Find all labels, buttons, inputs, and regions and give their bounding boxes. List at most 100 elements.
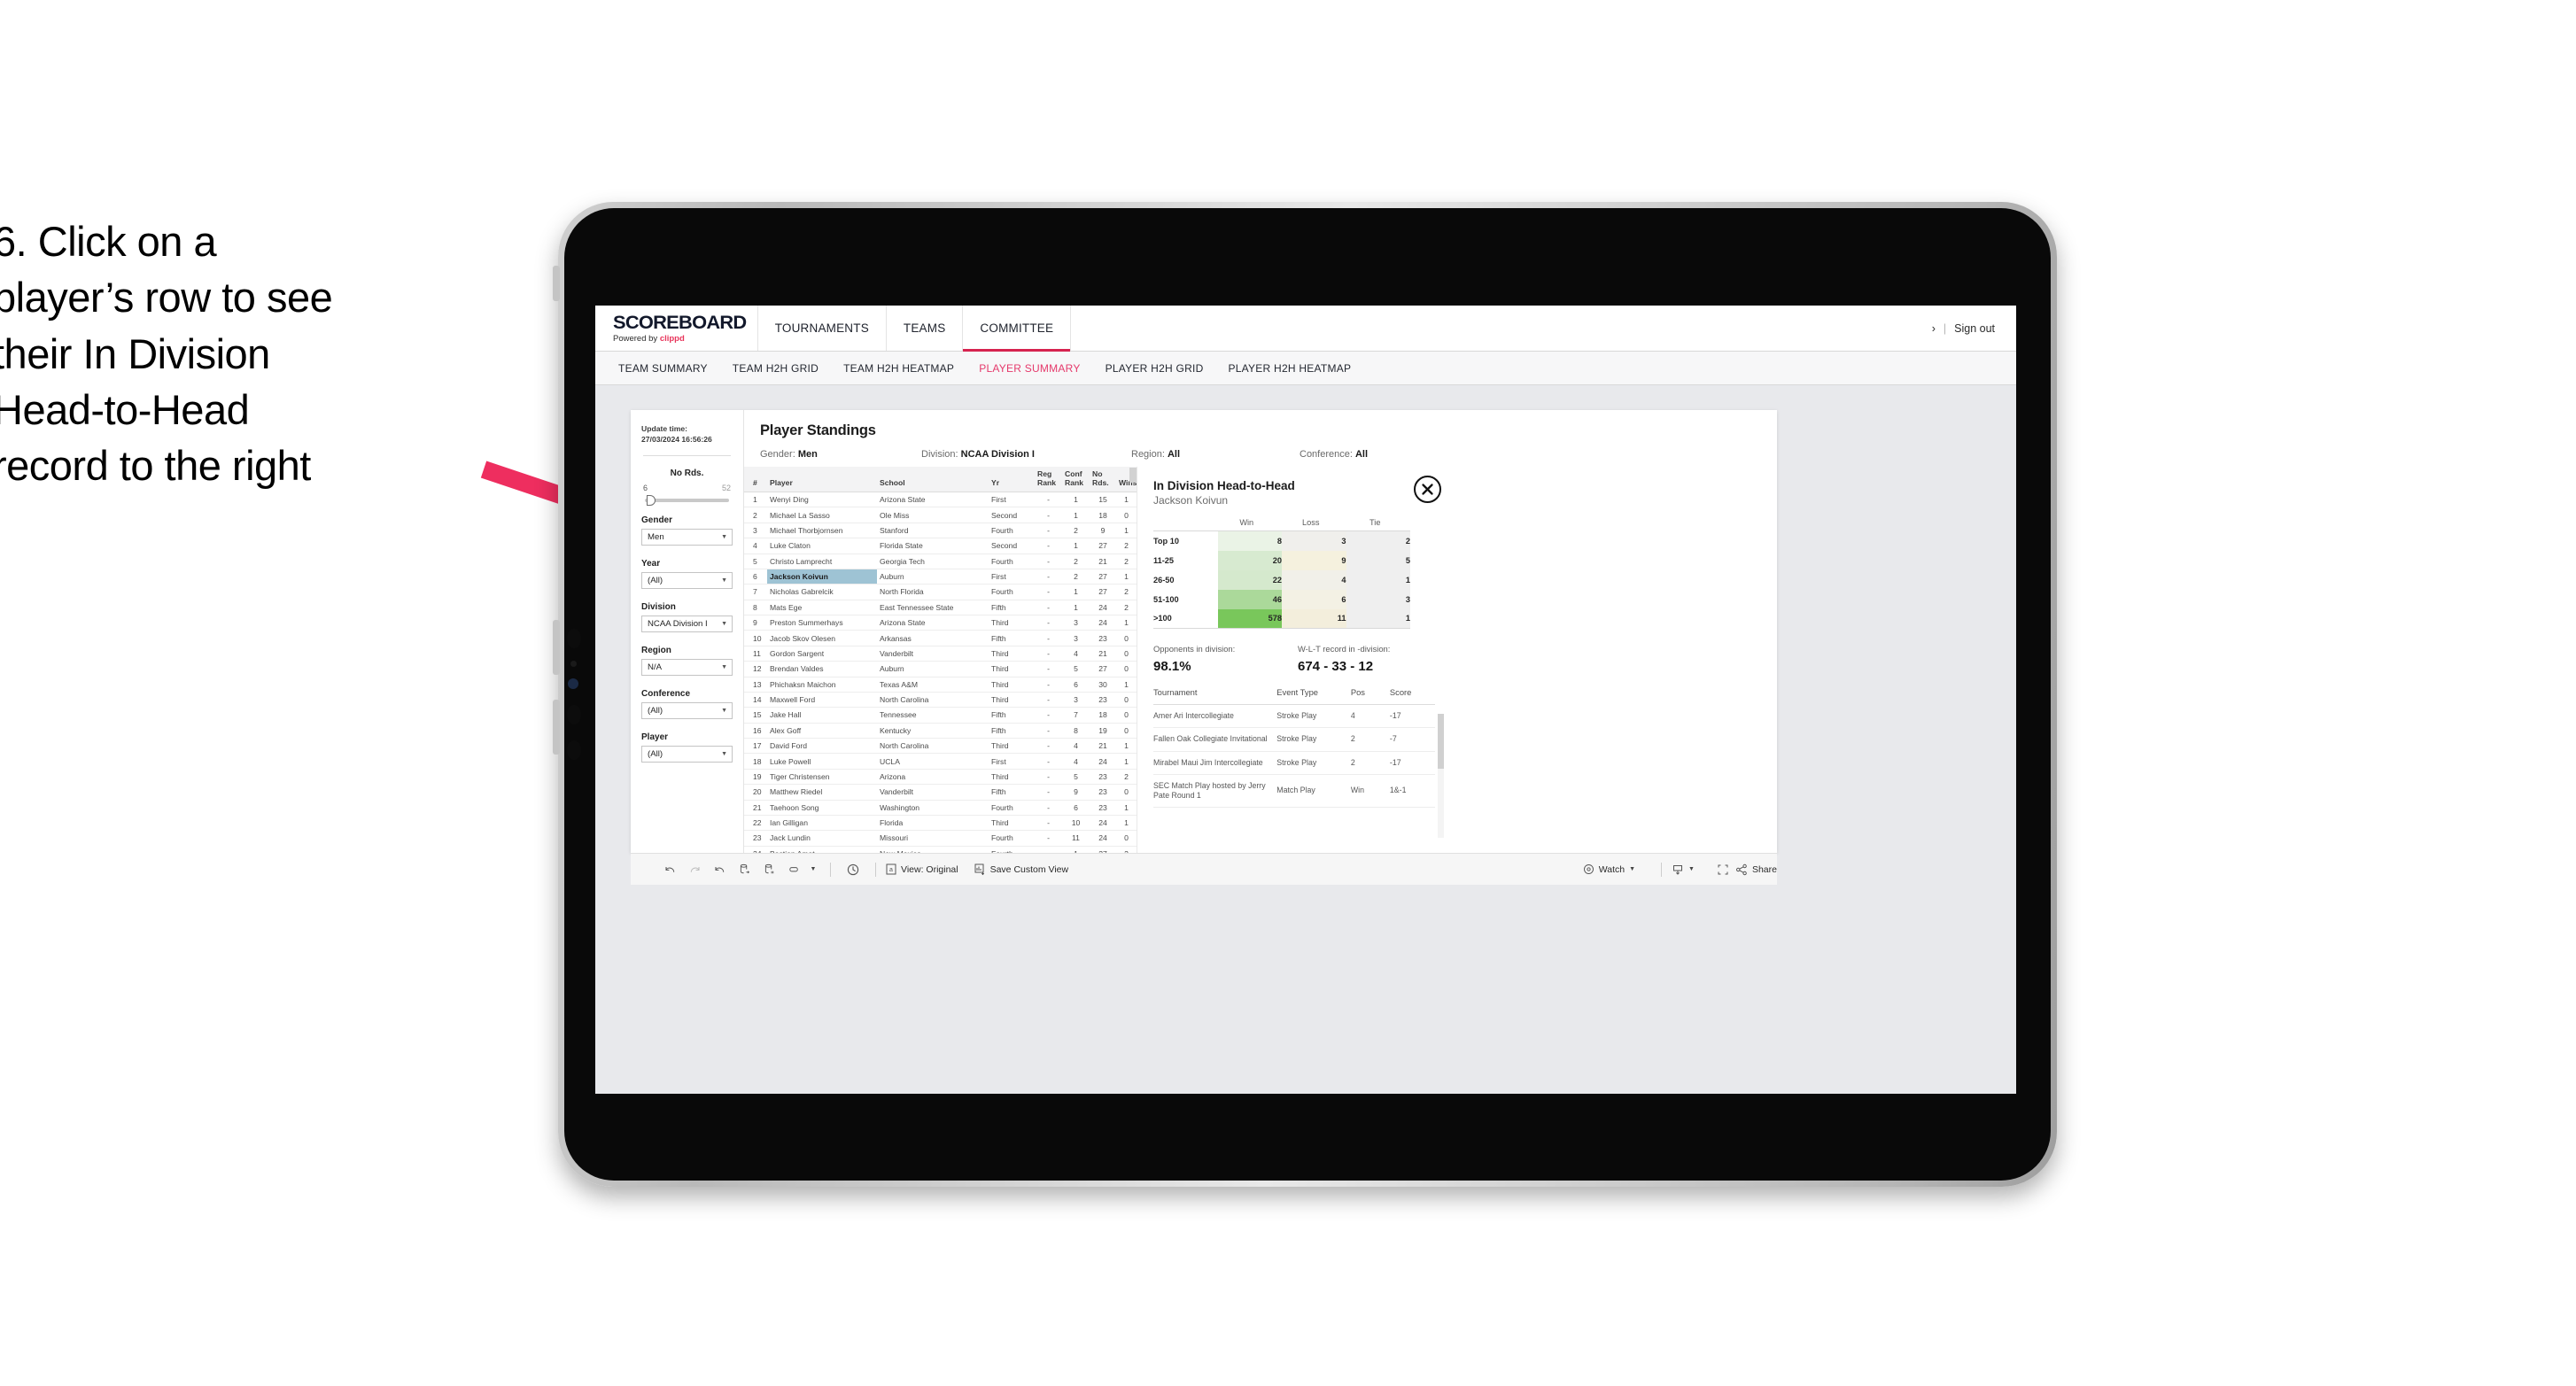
tournament-row[interactable]: Amer Ari Intercollegiate Stroke Play 4 -17 bbox=[1153, 704, 1435, 729]
tab-team-h2h-grid[interactable]: TEAM H2H GRID bbox=[720, 362, 831, 375]
slider-track[interactable] bbox=[645, 495, 729, 507]
table-row[interactable]: 3 Michael Thorbjornsen Stanford Fourth -2 9 1 bbox=[744, 523, 1137, 539]
cell-rank: 16 bbox=[744, 723, 767, 739]
table-row[interactable]: 20 Matthew Riedel Vanderbilt Fifth -9 23 0 bbox=[744, 784, 1137, 801]
cell-school: Kentucky bbox=[877, 723, 989, 739]
watch-button[interactable]: Watch ▼ bbox=[1583, 863, 1635, 875]
no-rounds-slider[interactable]: No Rds. 6 52 bbox=[641, 468, 733, 507]
history-icon[interactable] bbox=[841, 856, 865, 883]
table-row[interactable]: 14 Maxwell Ford North Carolina Third -3 23 0 bbox=[744, 692, 1137, 708]
h2h-cell-tie: 2 bbox=[1346, 530, 1410, 551]
cell-rank: 8 bbox=[744, 600, 767, 616]
table-row[interactable]: 8 Mats Ege East Tennessee State Fifth -1 24 2 bbox=[744, 600, 1137, 616]
cell-no-rds: 23 bbox=[1090, 692, 1116, 708]
save-custom-view-button[interactable]: Save Custom View bbox=[974, 863, 1068, 875]
conference-select[interactable]: (All) ▼ bbox=[641, 702, 733, 720]
cell-school: Florida bbox=[877, 815, 989, 832]
share-button[interactable]: Share bbox=[1735, 863, 1777, 876]
table-row[interactable]: 1 Wenyi Ding Arizona State First -1 15 1 bbox=[744, 492, 1137, 508]
view-original-button[interactable]: a View: Original bbox=[886, 863, 958, 875]
division-select[interactable]: NCAA Division I ▼ bbox=[641, 616, 733, 633]
table-row[interactable]: 6 Jackson Koivun Auburn First -2 27 1 bbox=[744, 569, 1137, 585]
download-button[interactable]: ▼ bbox=[1672, 863, 1695, 876]
table-row[interactable]: 18 Luke Powell UCLA First -4 24 1 bbox=[744, 753, 1137, 770]
table-row[interactable]: 21 Taehoon Song Washington Fourth -6 23 1 bbox=[744, 800, 1137, 816]
tournament-row[interactable]: Fallen Oak Collegiate Invitational Stroke… bbox=[1153, 727, 1435, 752]
cell-no-rds: 23 bbox=[1090, 800, 1116, 816]
col-year[interactable]: Yr bbox=[989, 467, 1035, 492]
table-row[interactable]: 23 Jack Lundin Missouri Fourth -11 24 0 bbox=[744, 830, 1137, 847]
cell-rank: 20 bbox=[744, 784, 767, 801]
caption-line: player’s row to see bbox=[0, 274, 333, 321]
table-header: # Player School Yr Reg Rank Conf Rank No… bbox=[744, 467, 1137, 492]
cell-school: Vanderbilt bbox=[877, 646, 989, 662]
scrollbar-thumb[interactable] bbox=[1438, 714, 1444, 769]
tournament-row[interactable]: SEC Match Play hosted by Jerry Pate Roun… bbox=[1153, 774, 1435, 809]
col-no-rds[interactable]: No Rds. bbox=[1090, 467, 1116, 492]
table-row[interactable]: 11 Gordon Sargent Vanderbilt Third -4 21 0 bbox=[744, 646, 1137, 662]
table-row[interactable]: 19 Tiger Christensen Arizona Third -5 23 2 bbox=[744, 769, 1137, 786]
h2h-cell-loss: 6 bbox=[1282, 589, 1346, 609]
close-circle-icon[interactable] bbox=[1414, 476, 1441, 503]
scrollbar-thumb[interactable] bbox=[1129, 468, 1137, 483]
col-school[interactable]: School bbox=[877, 467, 989, 492]
device-layout-icon[interactable] bbox=[781, 856, 806, 883]
topnav-item-tournaments[interactable]: TOURNAMENTS bbox=[758, 306, 887, 351]
gender-select[interactable]: Men ▼ bbox=[641, 529, 733, 546]
standings-scroll-area[interactable]: # Player School Yr Reg Rank Conf Rank No… bbox=[744, 467, 1137, 878]
table-row[interactable]: 15 Jake Hall Tennessee Fifth -7 18 0 bbox=[744, 707, 1137, 724]
cell-no-rds: 24 bbox=[1090, 615, 1116, 631]
table-row[interactable]: 17 David Ford North Carolina Third -4 21 1 bbox=[744, 738, 1137, 755]
slider-handle[interactable] bbox=[647, 495, 656, 507]
table-row[interactable]: 22 Ian Gilligan Florida Third -10 24 1 bbox=[744, 815, 1137, 832]
redo-icon[interactable] bbox=[682, 856, 707, 883]
cell-player: Michael La Sasso bbox=[767, 507, 877, 523]
fullscreen-button[interactable] bbox=[1711, 856, 1735, 883]
tournament-row[interactable]: Mirabel Maui Jim Intercollegiate Stroke P… bbox=[1153, 751, 1435, 775]
stat-label: Opponents in division: bbox=[1153, 644, 1236, 654]
table-row[interactable]: 2 Michael La Sasso Ole Miss Second -1 18 0 bbox=[744, 507, 1137, 523]
filter-panel: Update time: 27/03/2024 16:56:26 No Rds.… bbox=[631, 410, 744, 853]
tab-team-summary[interactable]: TEAM SUMMARY bbox=[606, 362, 720, 375]
refresh-data-icon[interactable] bbox=[732, 856, 757, 883]
table-row[interactable]: 5 Christo Lamprecht Georgia Tech Fourth -2 21… bbox=[744, 554, 1137, 569]
revert-icon[interactable] bbox=[707, 856, 732, 883]
col-reg-rank[interactable]: Reg Rank bbox=[1035, 467, 1062, 492]
pause-refresh-icon[interactable] bbox=[757, 856, 781, 883]
signout-area[interactable]: › | Sign out bbox=[1932, 306, 2016, 351]
cell-player: Mats Ege bbox=[767, 600, 877, 616]
table-row[interactable]: 9 Preston Summerhays Arizona State Third -3 2… bbox=[744, 615, 1137, 631]
year-select[interactable]: (All) ▼ bbox=[641, 572, 733, 590]
stat-value: 674 - 33 - 12 bbox=[1298, 659, 1374, 674]
cell-reg-rank: - bbox=[1035, 661, 1062, 678]
region-select[interactable]: N/A ▼ bbox=[641, 659, 733, 677]
dropdown-caret-icon[interactable]: ▼ bbox=[806, 856, 820, 883]
cell-year: First bbox=[989, 753, 1035, 770]
h2h-bucket-label: 26-50 bbox=[1153, 575, 1175, 585]
col-rank[interactable]: # bbox=[744, 467, 767, 492]
tab-team-h2h-heatmap[interactable]: TEAM H2H HEATMAP bbox=[831, 362, 966, 375]
tab-player-summary[interactable]: PLAYER SUMMARY bbox=[966, 362, 1092, 375]
topnav-item-teams[interactable]: TEAMS bbox=[887, 306, 964, 351]
table-row[interactable]: 13 Phichaksn Maichon Texas A&M Third -6 30 1 bbox=[744, 677, 1137, 693]
col-player[interactable]: Player bbox=[767, 467, 877, 492]
table-row[interactable]: 12 Brendan Valdes Auburn Third -5 27 0 bbox=[744, 661, 1137, 678]
tab-player-h2h-heatmap[interactable]: PLAYER H2H HEATMAP bbox=[1216, 362, 1364, 375]
brand-wordmark: SCOREBOARD bbox=[613, 312, 747, 333]
table-row[interactable]: 10 Jacob Skov Olesen Arkansas Fifth -3 23 0 bbox=[744, 630, 1137, 647]
col-conf-rank[interactable]: Conf Rank bbox=[1062, 467, 1090, 492]
cell-player: Preston Summerhays bbox=[767, 615, 877, 631]
player-select[interactable]: (All) ▼ bbox=[641, 746, 733, 763]
cell-year: Fifth bbox=[989, 723, 1035, 739]
table-row[interactable]: 4 Luke Claton Florida State Second -1 27 2 bbox=[744, 538, 1137, 554]
tournament-scrollbar[interactable] bbox=[1438, 714, 1444, 838]
tab-player-h2h-grid[interactable]: PLAYER H2H GRID bbox=[1093, 362, 1216, 375]
region-value: N/A bbox=[648, 662, 662, 673]
table-row[interactable]: 16 Alex Goff Kentucky Fifth -8 19 0 bbox=[744, 723, 1137, 739]
cell-player: Jake Hall bbox=[767, 707, 877, 724]
undo-icon[interactable] bbox=[657, 856, 682, 883]
signout-label[interactable]: Sign out bbox=[1954, 322, 1995, 335]
table-vertical-scrollbar[interactable] bbox=[1129, 467, 1137, 729]
topnav-item-committee[interactable]: COMMITTEE bbox=[963, 306, 1072, 352]
table-row[interactable]: 7 Nicholas Gabrelcik North Florida Fourth -1… bbox=[744, 584, 1137, 600]
